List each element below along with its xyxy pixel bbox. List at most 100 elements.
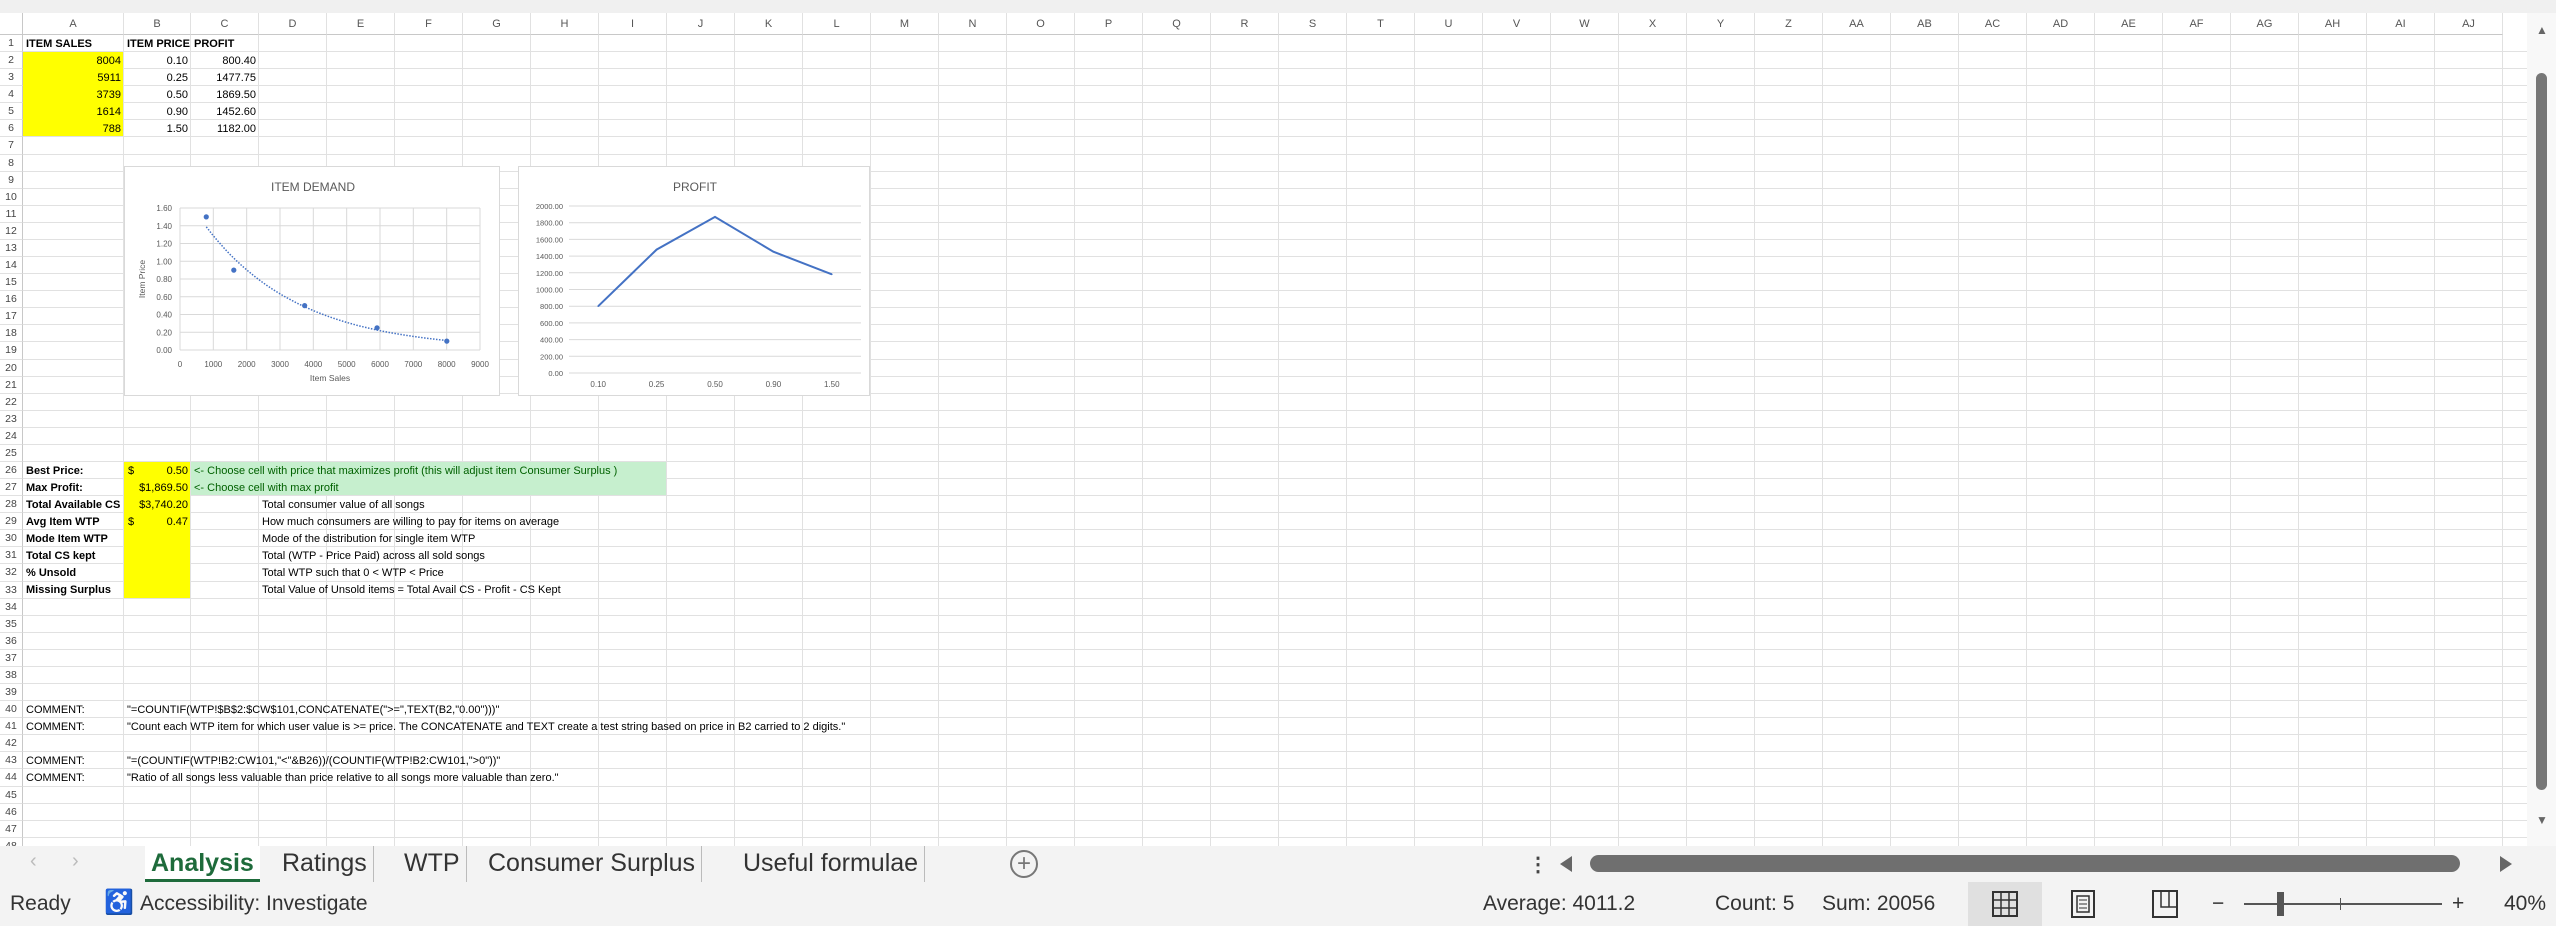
column-header[interactable]: G	[463, 13, 531, 35]
cell-a41[interactable]: COMMENT:	[23, 718, 88, 735]
cell-c4[interactable]: 1869.50	[191, 86, 259, 103]
row-header[interactable]: 46	[0, 803, 23, 821]
column-header[interactable]: R	[1211, 13, 1279, 35]
cell-a40[interactable]: COMMENT:	[23, 701, 88, 718]
row-header[interactable]: 21	[0, 376, 23, 394]
cell-b43[interactable]: "=(COUNTIF(WTP!B2:CW101,"<"&B26))/(COUNT…	[124, 752, 503, 769]
column-header[interactable]: M	[871, 13, 939, 35]
zoom-slider[interactable]	[2244, 903, 2442, 905]
row-header[interactable]: 39	[0, 684, 23, 702]
row-header[interactable]: 15	[0, 274, 23, 292]
row-header[interactable]: 40	[0, 701, 23, 719]
row-header[interactable]: 2	[0, 52, 23, 70]
column-header[interactable]: L	[803, 13, 871, 35]
zoom-in-button[interactable]: +	[2452, 892, 2464, 916]
column-header[interactable]: AA	[1823, 13, 1891, 35]
horizontal-scroll-thumb[interactable]	[1590, 855, 2460, 872]
cell-b5[interactable]: 0.90	[124, 103, 191, 120]
row-header[interactable]: 14	[0, 257, 23, 275]
column-header[interactable]: S	[1279, 13, 1347, 35]
cell-b3[interactable]: 0.25	[124, 69, 191, 86]
item-demand-chart[interactable]: ITEM DEMAND 0 1000 2000 3000 4000 5000 6000 7000…	[124, 166, 500, 396]
column-header[interactable]: AD	[2027, 13, 2095, 35]
row-header[interactable]: 26	[0, 462, 23, 480]
cell-b27[interactable]: $1,869.50	[124, 479, 191, 496]
column-header[interactable]: AI	[2367, 13, 2435, 35]
cell-c5[interactable]: 1452.60	[191, 103, 259, 120]
row-header[interactable]: 42	[0, 735, 23, 753]
cell-b40[interactable]: "=COUNTIF(WTP!$B$2:$CW$101,CONCATENATE("…	[124, 701, 502, 718]
row-header[interactable]: 45	[0, 786, 23, 804]
cell-c3[interactable]: 1477.75	[191, 69, 259, 86]
vertical-scrollbar[interactable]: ▲ ▼	[2527, 13, 2556, 846]
column-header[interactable]: AH	[2299, 13, 2367, 35]
column-header[interactable]: H	[531, 13, 599, 35]
column-header[interactable]: X	[1619, 13, 1687, 35]
row-header[interactable]: 29	[0, 513, 23, 531]
row-header[interactable]: 17	[0, 308, 23, 326]
column-header[interactable]: P	[1075, 13, 1143, 35]
scroll-down-icon[interactable]: ▼	[2536, 813, 2548, 827]
column-header[interactable]: D	[259, 13, 327, 35]
scroll-up-icon[interactable]: ▲	[2536, 23, 2548, 37]
cell-d33[interactable]: Total Value of Unsold items = Total Avai…	[259, 582, 564, 599]
cell-b4[interactable]: 0.50	[124, 86, 191, 103]
row-header[interactable]: 32	[0, 564, 23, 582]
column-header[interactable]: I	[599, 13, 667, 35]
cell-a26[interactable]: Best Price:	[23, 462, 86, 479]
row-header[interactable]: 10	[0, 188, 23, 206]
accessibility-status[interactable]: Accessibility: Investigate	[140, 892, 368, 916]
select-all-corner[interactable]	[0, 13, 23, 35]
row-header[interactable]: 24	[0, 427, 23, 445]
tab-analysis[interactable]: Analysis	[145, 846, 260, 882]
row-header[interactable]: 8	[0, 154, 23, 172]
cell-c26[interactable]: <- Choose cell with price that maximizes…	[191, 462, 620, 479]
cell-b29[interactable]: $0.47	[124, 513, 191, 530]
row-header[interactable]: 27	[0, 479, 23, 497]
row-header[interactable]: 13	[0, 239, 23, 258]
column-header[interactable]: Y	[1687, 13, 1755, 35]
column-header[interactable]: N	[939, 13, 1007, 35]
page-break-view-icon[interactable]	[2152, 890, 2178, 918]
row-header[interactable]: 6	[0, 120, 23, 138]
more-options-icon[interactable]: ⋮	[1528, 852, 1548, 877]
column-header[interactable]: W	[1551, 13, 1619, 35]
column-header[interactable]: K	[735, 13, 803, 35]
column-header[interactable]: T	[1347, 13, 1415, 35]
column-header[interactable]: E	[327, 13, 395, 35]
cell-a27[interactable]: Max Profit:	[23, 479, 86, 496]
row-header[interactable]: 18	[0, 325, 23, 343]
column-header[interactable]: U	[1415, 13, 1483, 35]
row-header[interactable]: 12	[0, 222, 23, 240]
row-header[interactable]: 25	[0, 444, 23, 462]
cell-a28[interactable]: Total Available CS	[23, 496, 123, 513]
cell-a33[interactable]: Missing Surplus	[23, 582, 114, 599]
column-header[interactable]: AB	[1891, 13, 1959, 35]
vertical-scroll-thumb[interactable]	[2536, 73, 2547, 790]
column-header[interactable]: F	[395, 13, 463, 35]
column-header[interactable]: C	[191, 13, 259, 35]
row-header[interactable]: 41	[0, 718, 23, 736]
column-header[interactable]: Q	[1143, 13, 1211, 35]
cell-a1[interactable]: ITEM SALES	[23, 35, 95, 52]
row-header[interactable]: 30	[0, 530, 23, 548]
row-header[interactable]: 48	[0, 837, 23, 846]
cell-b1[interactable]: ITEM PRICE	[124, 35, 193, 52]
row-header[interactable]: 47	[0, 820, 23, 838]
row-header[interactable]: 38	[0, 666, 23, 685]
tab-wtp[interactable]: WTP	[398, 846, 467, 882]
zoom-level[interactable]: 40%	[2504, 892, 2546, 916]
row-header[interactable]: 33	[0, 581, 23, 599]
tab-scroll-left-icon[interactable]: ‹	[30, 850, 37, 873]
tab-scroll-right-icon[interactable]: ›	[72, 850, 79, 873]
row-header[interactable]: 37	[0, 649, 23, 667]
worksheet-grid[interactable]: A B C D E F G H I J K L M N O P Q R S T U V W X Y Z AA AB AC AD AE AF AG…	[0, 13, 2527, 846]
column-header[interactable]: A	[23, 13, 124, 35]
cell-d28[interactable]: Total consumer value of all songs	[259, 496, 428, 513]
cell-a4[interactable]: 3739	[23, 86, 124, 103]
row-header[interactable]: 1	[0, 35, 23, 53]
cell-c6[interactable]: 1182.00	[191, 120, 259, 137]
row-header[interactable]: 23	[0, 410, 23, 428]
page-layout-view-icon[interactable]	[2071, 890, 2095, 918]
column-header[interactable]: B	[124, 13, 191, 35]
